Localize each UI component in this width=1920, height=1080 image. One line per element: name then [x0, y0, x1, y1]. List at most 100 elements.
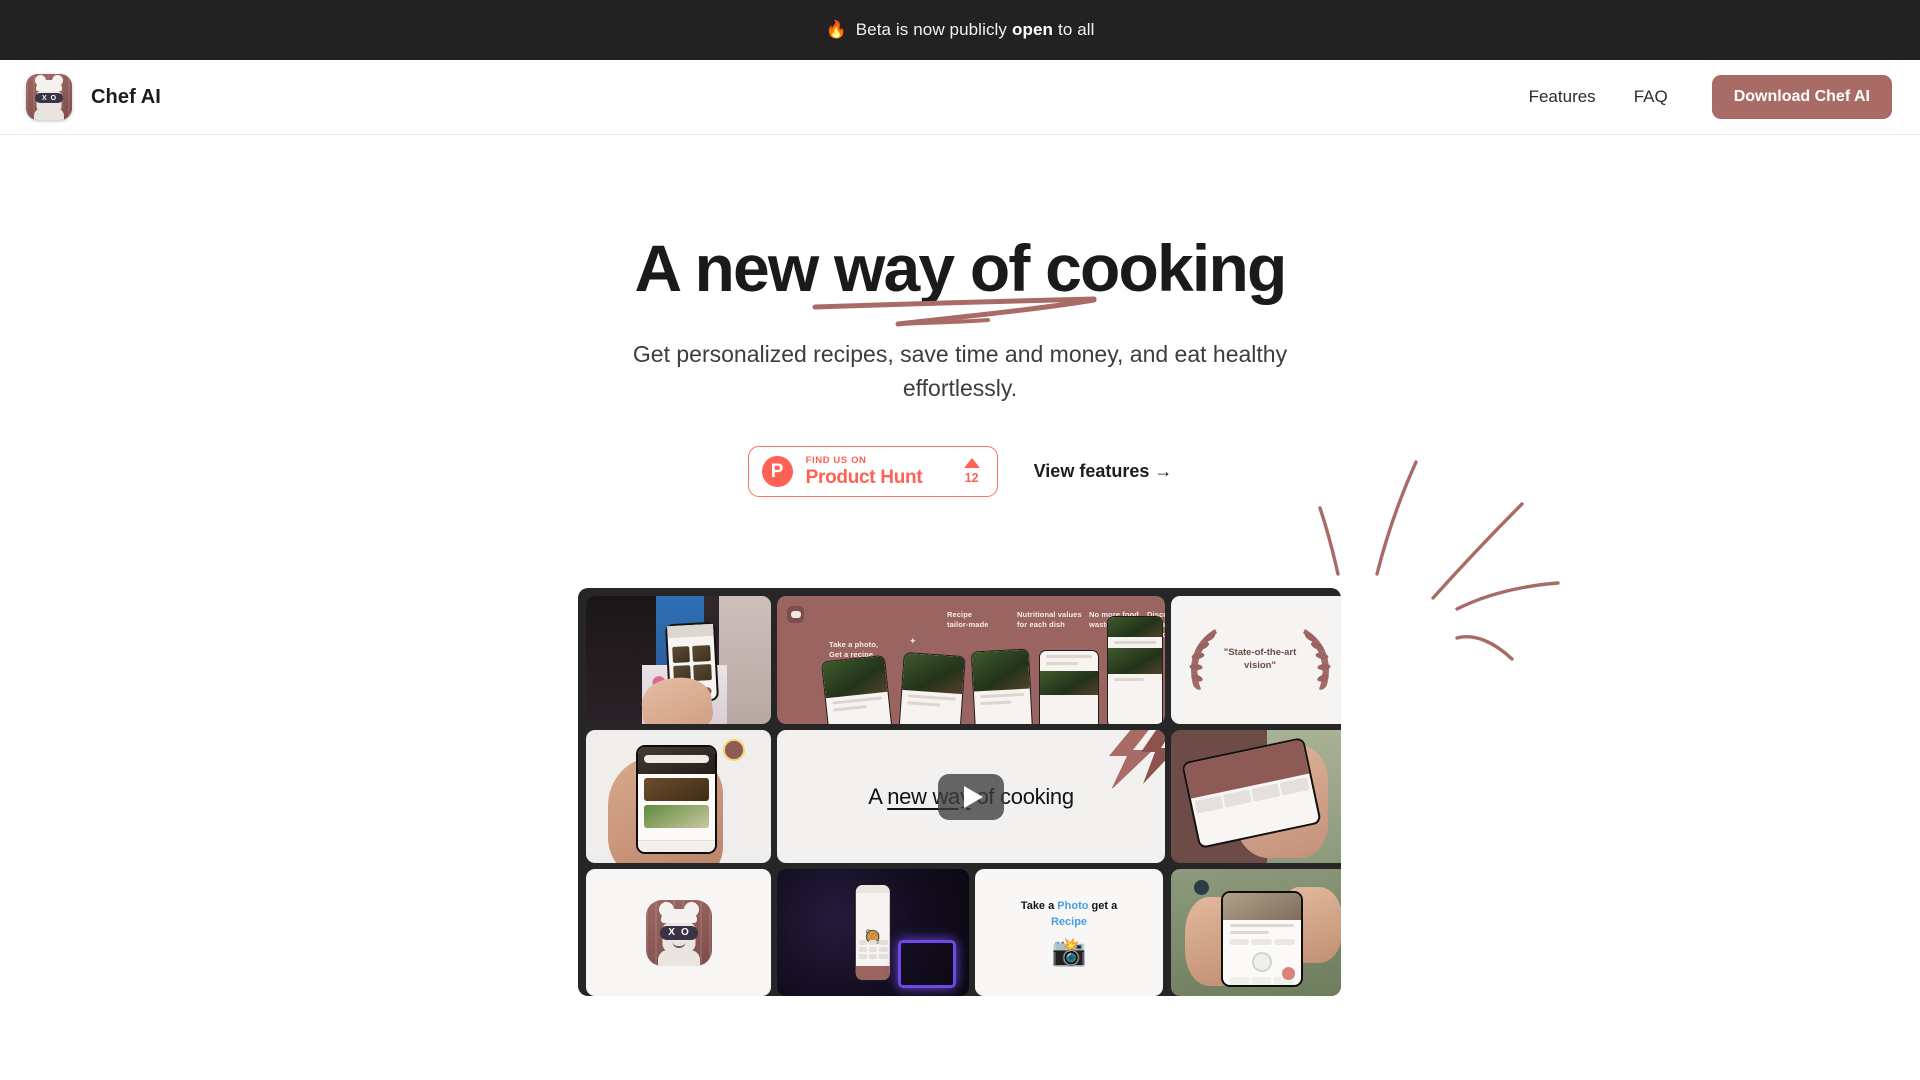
phone-text-line	[1229, 931, 1269, 935]
gallery-photo-night-phone[interactable]: 🥘	[777, 869, 969, 996]
gallery-photo-hand-phone-top-left[interactable]	[586, 596, 771, 724]
hero-subtitle: Get personalized recipes, save time and …	[632, 341, 1288, 402]
panel-phone-food-image	[1040, 671, 1098, 695]
gallery-take-photo-card[interactable]: Take a Photo get a Recipe 📸	[975, 869, 1163, 996]
video-caption-before: A	[868, 783, 888, 809]
chef-ai-robot-logo-icon: XO	[26, 74, 72, 120]
panel-phone-line	[832, 696, 883, 705]
gallery-video-card[interactable]: A new way of cooking	[777, 730, 1165, 863]
phone-tabs	[1228, 939, 1295, 946]
panel-phone-list	[1107, 616, 1163, 724]
brand-name: Chef AI	[91, 85, 161, 108]
gallery-photo-hands-nutrition[interactable]	[1171, 869, 1341, 996]
phone-dish-image	[1222, 892, 1301, 921]
page-title: A new way of cooking	[634, 231, 1288, 305]
product-hunt-logo-icon: P	[761, 455, 793, 487]
play-button-icon[interactable]	[938, 773, 1004, 820]
phone-recipe-grid	[672, 644, 713, 682]
main-nav: Features FAQ Download Chef AI	[1529, 75, 1892, 119]
product-hunt-badge[interactable]: P FIND US ON Product Hunt 12	[747, 445, 998, 498]
panel-phone-line	[1046, 662, 1078, 665]
download-chef-ai-button[interactable]: Download Chef AI	[1711, 75, 1892, 119]
panel-phone-nutrition	[970, 648, 1034, 724]
media-gallery: Take a photo, Get a recipe ✦ Recipe tail…	[578, 588, 1341, 996]
logo-robot-body	[657, 949, 700, 966]
panel-phone-food-image	[971, 649, 1030, 692]
gallery-robot-logo-card[interactable]: XO	[586, 869, 771, 996]
phone-cta-button	[855, 965, 891, 981]
photo-sleeve	[719, 596, 771, 724]
panel-phone-line	[907, 694, 956, 701]
logo-chef-hat	[658, 901, 699, 923]
panel-phone-line	[980, 700, 1012, 705]
take-photo-highlight-recipe: Recipe	[1050, 915, 1088, 928]
panel-phone-food-image	[1108, 617, 1162, 637]
camera-emoji-icon: 📸	[1051, 936, 1087, 968]
neon-frame-decoration	[897, 940, 956, 989]
panel-caption-1: Recipe tailor-made	[947, 610, 989, 629]
take-photo-headline: Take a Photo get a Recipe	[1017, 899, 1121, 931]
panel-phone-line	[832, 704, 868, 712]
take-photo-middle: get a	[1088, 899, 1118, 912]
gallery-photo-hand-phone-mid-right[interactable]	[1171, 730, 1341, 863]
panel-chef-logo-icon	[787, 606, 804, 623]
logo-chef-hat	[35, 75, 63, 91]
product-hunt-text: FIND US ON Product Hunt	[806, 456, 923, 488]
logo-robot-visor: XO	[659, 925, 698, 940]
gallery-bottom-middle-group: 🥘 Take a Photo get a Recipe 📸	[777, 869, 1165, 996]
site-header: XO Chef AI Features FAQ Download Chef AI	[0, 60, 1920, 135]
nav-item-features[interactable]: Features	[1529, 87, 1596, 107]
phone-floating-action-button	[1282, 966, 1296, 980]
chef-avatar-badge-icon	[723, 739, 746, 762]
phone-status-bar	[855, 884, 891, 893]
brand-link[interactable]: XO Chef AI	[26, 74, 161, 120]
upvote-arrow-icon	[963, 458, 980, 469]
lightning-bolt-icon	[1109, 730, 1165, 788]
gallery-award-card[interactable]: "State-of-the-art vision"	[1171, 596, 1341, 724]
product-hunt-kicker: FIND US ON	[805, 454, 867, 466]
hero-title-wrap: A new way of cooking	[634, 231, 1288, 327]
phone-ingredient-chips	[858, 940, 888, 960]
nav-item-faq[interactable]: FAQ	[1634, 87, 1668, 107]
panel-phone-hello	[820, 654, 894, 724]
award-text: "State-of-the-art vision"	[1223, 647, 1297, 671]
phone-screen-header	[667, 623, 714, 639]
photo-phone	[1220, 890, 1303, 988]
photo-button-detail	[1194, 880, 1210, 896]
banner-text-after: to all	[1058, 20, 1095, 39]
product-hunt-letter: P	[770, 460, 784, 482]
fire-emoji: 🔥	[825, 20, 847, 39]
hero-section: A new way of cooking Get personalized re…	[0, 135, 1920, 498]
chef-ai-robot-logo-icon: XO	[645, 899, 712, 966]
banner-text-bold: open	[1012, 20, 1054, 39]
view-features-link[interactable]: View features →	[1034, 461, 1173, 482]
panel-phone-line	[1046, 655, 1092, 658]
take-photo-highlight-photo: Photo	[1057, 899, 1089, 912]
product-hunt-upvote[interactable]: 12	[950, 458, 980, 485]
product-hunt-name: Product Hunt	[805, 467, 923, 489]
photo-phone	[635, 744, 718, 854]
panel-phone-recipes	[898, 651, 966, 724]
banner-text-before: Beta is now publicly	[855, 20, 1008, 39]
phone-tab-bar	[637, 840, 716, 852]
phone-recipe-card	[643, 805, 710, 829]
phone-text-line	[1229, 924, 1294, 928]
upvote-count: 12	[964, 471, 979, 486]
hero-cta-row: P FIND US ON Product Hunt 12 View featur…	[0, 445, 1920, 498]
phone-search-bar	[644, 755, 710, 764]
panel-phone-line	[980, 692, 1025, 698]
announcement-banner: 🔥 Beta is now publicly open to all	[0, 0, 1920, 60]
gallery-photo-hand-phone-mid-left[interactable]	[586, 730, 771, 863]
logo-robot-visor: XO	[35, 93, 63, 103]
panel-sparkle-icon: ✦	[909, 636, 917, 646]
take-photo-before: Take a	[1020, 899, 1058, 912]
panel-caption-2: Nutritional values for each dish	[1017, 610, 1082, 629]
gallery-feature-panel[interactable]: Take a photo, Get a recipe ✦ Recipe tail…	[777, 596, 1165, 724]
laurel-wreath-left-icon	[1189, 629, 1217, 690]
laurel-wreath-right-icon	[1303, 629, 1331, 690]
panel-phone-food-image	[902, 653, 965, 694]
phone-calorie-ring	[1251, 952, 1272, 973]
panel-phone-food-image	[822, 655, 888, 699]
panel-phone-preferences	[1039, 650, 1099, 724]
photo-phone: 🥘	[853, 882, 893, 983]
